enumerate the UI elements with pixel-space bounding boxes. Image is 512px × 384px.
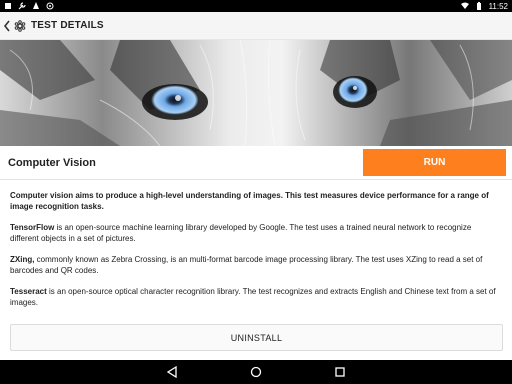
navigation-bar [0,360,512,384]
test-description: Computer vision aims to produce a high-l… [10,190,500,318]
nav-back-icon[interactable] [165,365,179,379]
description-item: Tesseract is an open-source optical char… [10,286,500,308]
wifi-icon [460,2,469,10]
page-title: TEST DETAILS [31,20,104,31]
description-item: ZXing, commonly known as Zebra Crossing,… [10,254,500,276]
back-arrow-icon[interactable] [2,19,12,33]
description-lead: Computer vision aims to produce a high-l… [10,191,489,211]
library-text: is an open-source machine learning libra… [10,223,472,243]
status-bar: 11:52 [0,0,512,12]
test-header: Computer Vision RUN [0,146,512,180]
library-name: Tesseract [10,287,47,296]
library-name: ZXing, [10,255,35,264]
run-button[interactable]: RUN [363,149,506,176]
app-bar: TEST DETAILS [0,12,512,40]
status-time: 11:52 [488,1,508,11]
description-item: TensorFlow is an open-source machine lea… [10,222,500,244]
wrench-icon [18,2,26,10]
hero-image [0,40,512,146]
uninstall-button[interactable]: UNINSTALL [10,324,503,351]
nav-home-icon[interactable] [249,365,263,379]
app-icon [46,2,54,10]
battery-icon [475,2,483,10]
library-text: commonly known as Zebra Crossing, is an … [10,255,483,275]
library-text: is an open-source optical character reco… [10,287,496,307]
status-left [4,2,54,10]
app-logo-icon [14,19,26,32]
test-title: Computer Vision [8,156,96,169]
library-name: TensorFlow [10,223,55,232]
status-right: 11:52 [460,1,508,11]
sync-icon [32,2,40,10]
nav-recents-icon[interactable] [333,365,347,379]
notification-icon [4,2,12,10]
